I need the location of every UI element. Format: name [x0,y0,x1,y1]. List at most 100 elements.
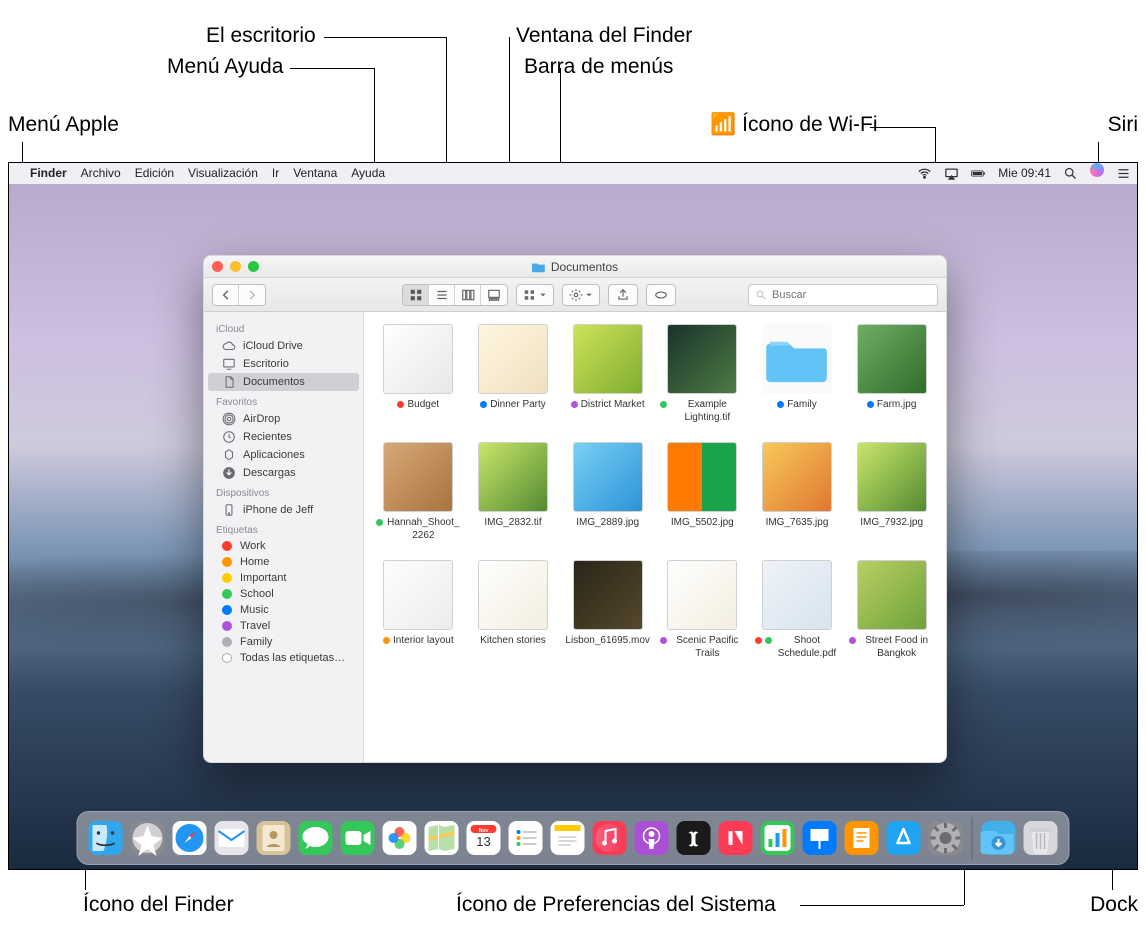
forward-button[interactable] [239,285,265,305]
menu-ir[interactable]: Ir [265,163,286,184]
dock-pages-icon[interactable] [842,818,882,858]
file-item[interactable]: Family [755,324,840,424]
file-thumbnail [478,442,548,512]
sidebar-tag-school[interactable]: School [204,586,363,602]
tags-button[interactable] [646,284,676,306]
menu-ayuda[interactable]: Ayuda [344,163,392,184]
sidebar-item-escritorio[interactable]: Escritorio [208,355,359,373]
search-field[interactable] [748,284,938,306]
file-item[interactable]: Hannah_Shoot_2262 [376,442,461,542]
menu-archivo[interactable]: Archivo [74,163,128,184]
sidebar-tag-work[interactable]: Work [204,538,363,554]
sidebar-item-descargas[interactable]: Descargas [208,464,359,482]
file-item[interactable]: Kitchen stories [471,560,556,660]
dock-maps-icon[interactable] [422,818,462,858]
dock-podcasts-icon[interactable] [632,818,672,858]
battery-icon[interactable] [965,166,992,181]
wifi-icon[interactable] [911,166,938,181]
file-thumbnail [573,324,643,394]
file-item[interactable]: IMG_2832.tif [471,442,556,542]
file-item[interactable]: Farm.jpg [849,324,934,424]
dock-calendar-icon[interactable]: Nov13 [464,818,504,858]
sidebar-tag-todas-las-etiquetas-[interactable]: Todas las etiquetas… [204,650,363,666]
dock-downloads-icon[interactable] [979,818,1019,858]
dock-numbers-icon[interactable] [758,818,798,858]
file-item[interactable]: Example Lighting.tif [660,324,745,424]
search-input[interactable] [772,289,931,301]
dock-contacts-icon[interactable] [254,818,294,858]
menu-visualizacion[interactable]: Visualización [181,163,265,184]
sidebar-item-aplicaciones[interactable]: Aplicaciones [208,446,359,464]
airplay-icon[interactable] [938,166,965,181]
file-thumbnail [383,442,453,512]
file-name: IMG_7635.jpg [766,517,829,530]
dock-facetime-icon[interactable] [338,818,378,858]
dock-tv-icon[interactable] [674,818,714,858]
dock-reminders-icon[interactable] [506,818,546,858]
callout-sysprefs: Ícono de Preferencias del Sistema [456,893,776,917]
siri-icon[interactable] [1084,163,1110,184]
sidebar-tag-music[interactable]: Music [204,602,363,618]
minimize-button[interactable] [230,261,241,272]
view-gallery[interactable] [481,285,507,305]
group-by-button[interactable] [516,284,554,306]
dock-trash-icon[interactable] [1021,818,1061,858]
menubar-clock[interactable]: Mie 09:41 [992,163,1057,184]
spotlight-icon[interactable] [1057,166,1084,181]
dock-messages-icon[interactable] [296,818,336,858]
dock-finder-icon[interactable] [86,818,126,858]
file-item[interactable]: IMG_7635.jpg [755,442,840,542]
file-item[interactable]: Budget [376,324,461,424]
file-name: Street Food in Bangkok [849,635,934,660]
file-item[interactable]: Scenic Pacific Trails [660,560,745,660]
file-item[interactable]: IMG_7932.jpg [849,442,934,542]
dock-launchpad-icon[interactable] [128,818,168,858]
sidebar-item-recientes[interactable]: Recientes [208,428,359,446]
close-button[interactable] [212,261,223,272]
app-menu[interactable]: Finder [23,163,74,184]
finder-titlebar[interactable]: Documentos [204,256,946,278]
dock-mail-icon[interactable] [212,818,252,858]
dock-notes-icon[interactable] [548,818,588,858]
menu-edicion[interactable]: Edición [128,163,181,184]
dock-music-icon[interactable] [590,818,630,858]
file-item[interactable]: IMG_5502.jpg [660,442,745,542]
dock-appstore-icon[interactable] [884,818,924,858]
sidebar-item-iphone-de-jeff[interactable]: iPhone de Jeff [208,501,359,519]
view-list[interactable] [429,285,455,305]
file-item[interactable]: IMG_2889.jpg [565,442,650,542]
file-item[interactable]: Lisbon_61695.mov [565,560,650,660]
dock-photos-icon[interactable] [380,818,420,858]
file-item[interactable]: Street Food in Bangkok [849,560,934,660]
callout-wifi: 📶Ícono de Wi-Fi [710,113,878,137]
sidebar-tag-travel[interactable]: Travel [204,618,363,634]
dock-news-icon[interactable] [716,818,756,858]
view-columns[interactable] [455,285,481,305]
file-thumbnail [667,560,737,630]
file-item[interactable]: Shoot Schedule.pdf [755,560,840,660]
notification-center-icon[interactable] [1110,166,1137,181]
file-item[interactable]: Interior layout [376,560,461,660]
sidebar-item-documentos[interactable]: Documentos [208,373,359,391]
sidebar-tag-home[interactable]: Home [204,554,363,570]
folder-icon [532,261,546,273]
share-button[interactable] [608,284,638,306]
callout-finder-icon: Ícono del Finder [83,893,234,917]
file-name: Example Lighting.tif [660,399,745,424]
callout-help-menu: Menú Ayuda [167,55,283,79]
file-item[interactable]: Dinner Party [471,324,556,424]
file-item[interactable]: District Market [565,324,650,424]
menu-ventana[interactable]: Ventana [286,163,344,184]
view-icons[interactable] [403,285,429,305]
file-thumbnail [573,560,643,630]
sidebar-tag-important[interactable]: Important [204,570,363,586]
sidebar-item-icloud-drive[interactable]: iCloud Drive [208,337,359,355]
zoom-button[interactable] [248,261,259,272]
action-button[interactable] [562,284,600,306]
back-button[interactable] [213,285,239,305]
dock-keynote-icon[interactable] [800,818,840,858]
dock-safari-icon[interactable] [170,818,210,858]
dock-sysprefs-icon[interactable] [926,818,966,858]
sidebar-tag-family[interactable]: Family [204,634,363,650]
sidebar-item-airdrop[interactable]: AirDrop [208,410,359,428]
